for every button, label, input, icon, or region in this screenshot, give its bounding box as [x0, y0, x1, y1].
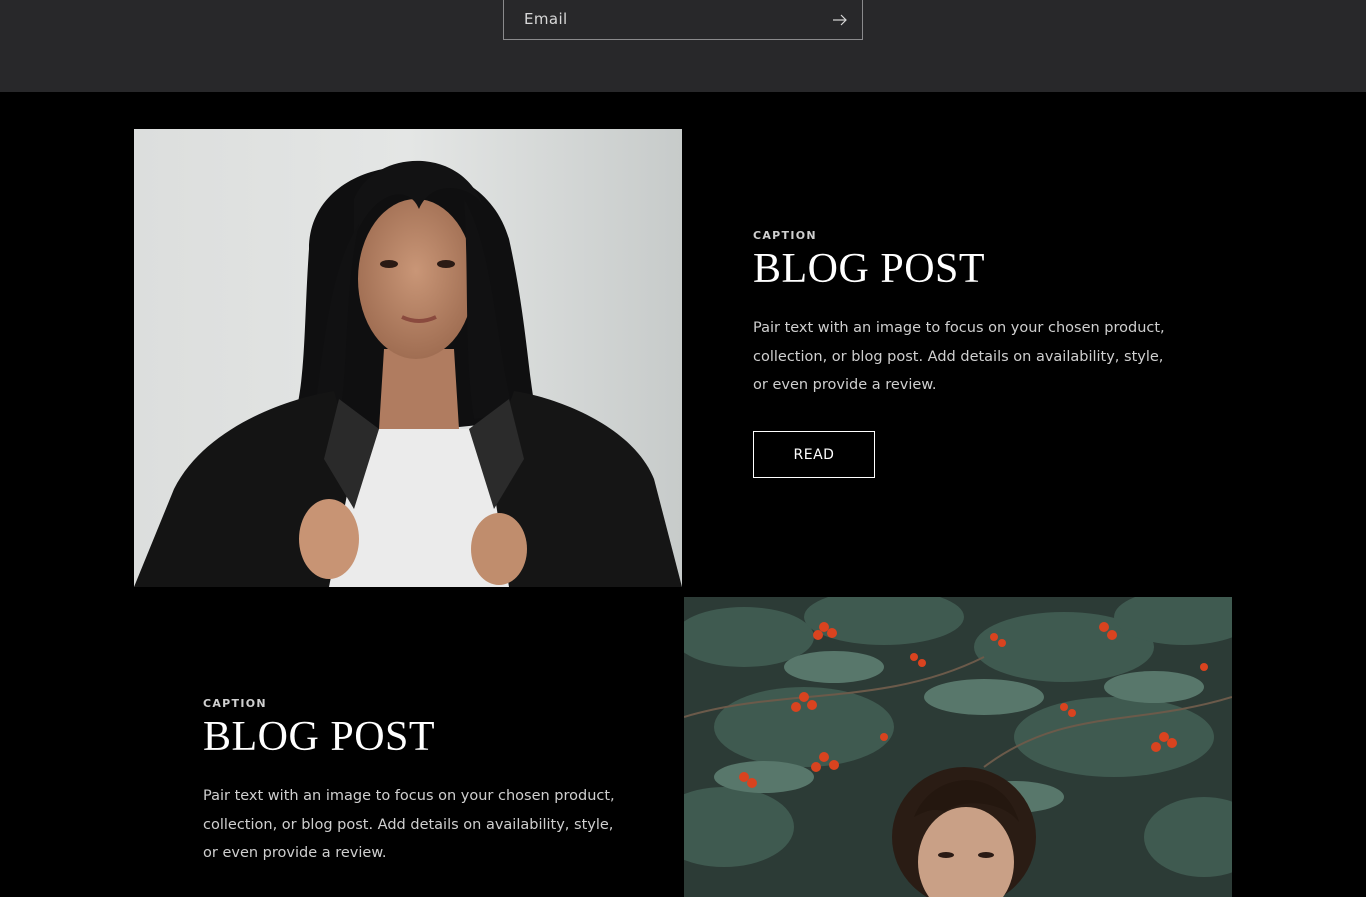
read-button[interactable]: READ	[753, 431, 875, 478]
post-1-body: Pair text with an image to focus on your…	[753, 320, 1165, 393]
email-field[interactable]	[503, 0, 863, 40]
email-input[interactable]	[524, 0, 814, 39]
blog-post-image-1	[134, 129, 682, 587]
post-2-title: BLOG POST	[203, 714, 436, 760]
post-2-caption: CAPTION	[203, 697, 267, 710]
post-1-caption: CAPTION	[753, 229, 817, 242]
blog-section: CAPTION BLOG POST Pair text with an imag…	[0, 92, 1366, 897]
post-1-title: BLOG POST	[753, 246, 986, 292]
newsletter-section	[0, 0, 1366, 92]
blog-post-image-2	[684, 597, 1232, 897]
post-2-body: Pair text with an image to focus on your…	[203, 788, 615, 861]
arrow-right-icon[interactable]	[830, 10, 850, 30]
